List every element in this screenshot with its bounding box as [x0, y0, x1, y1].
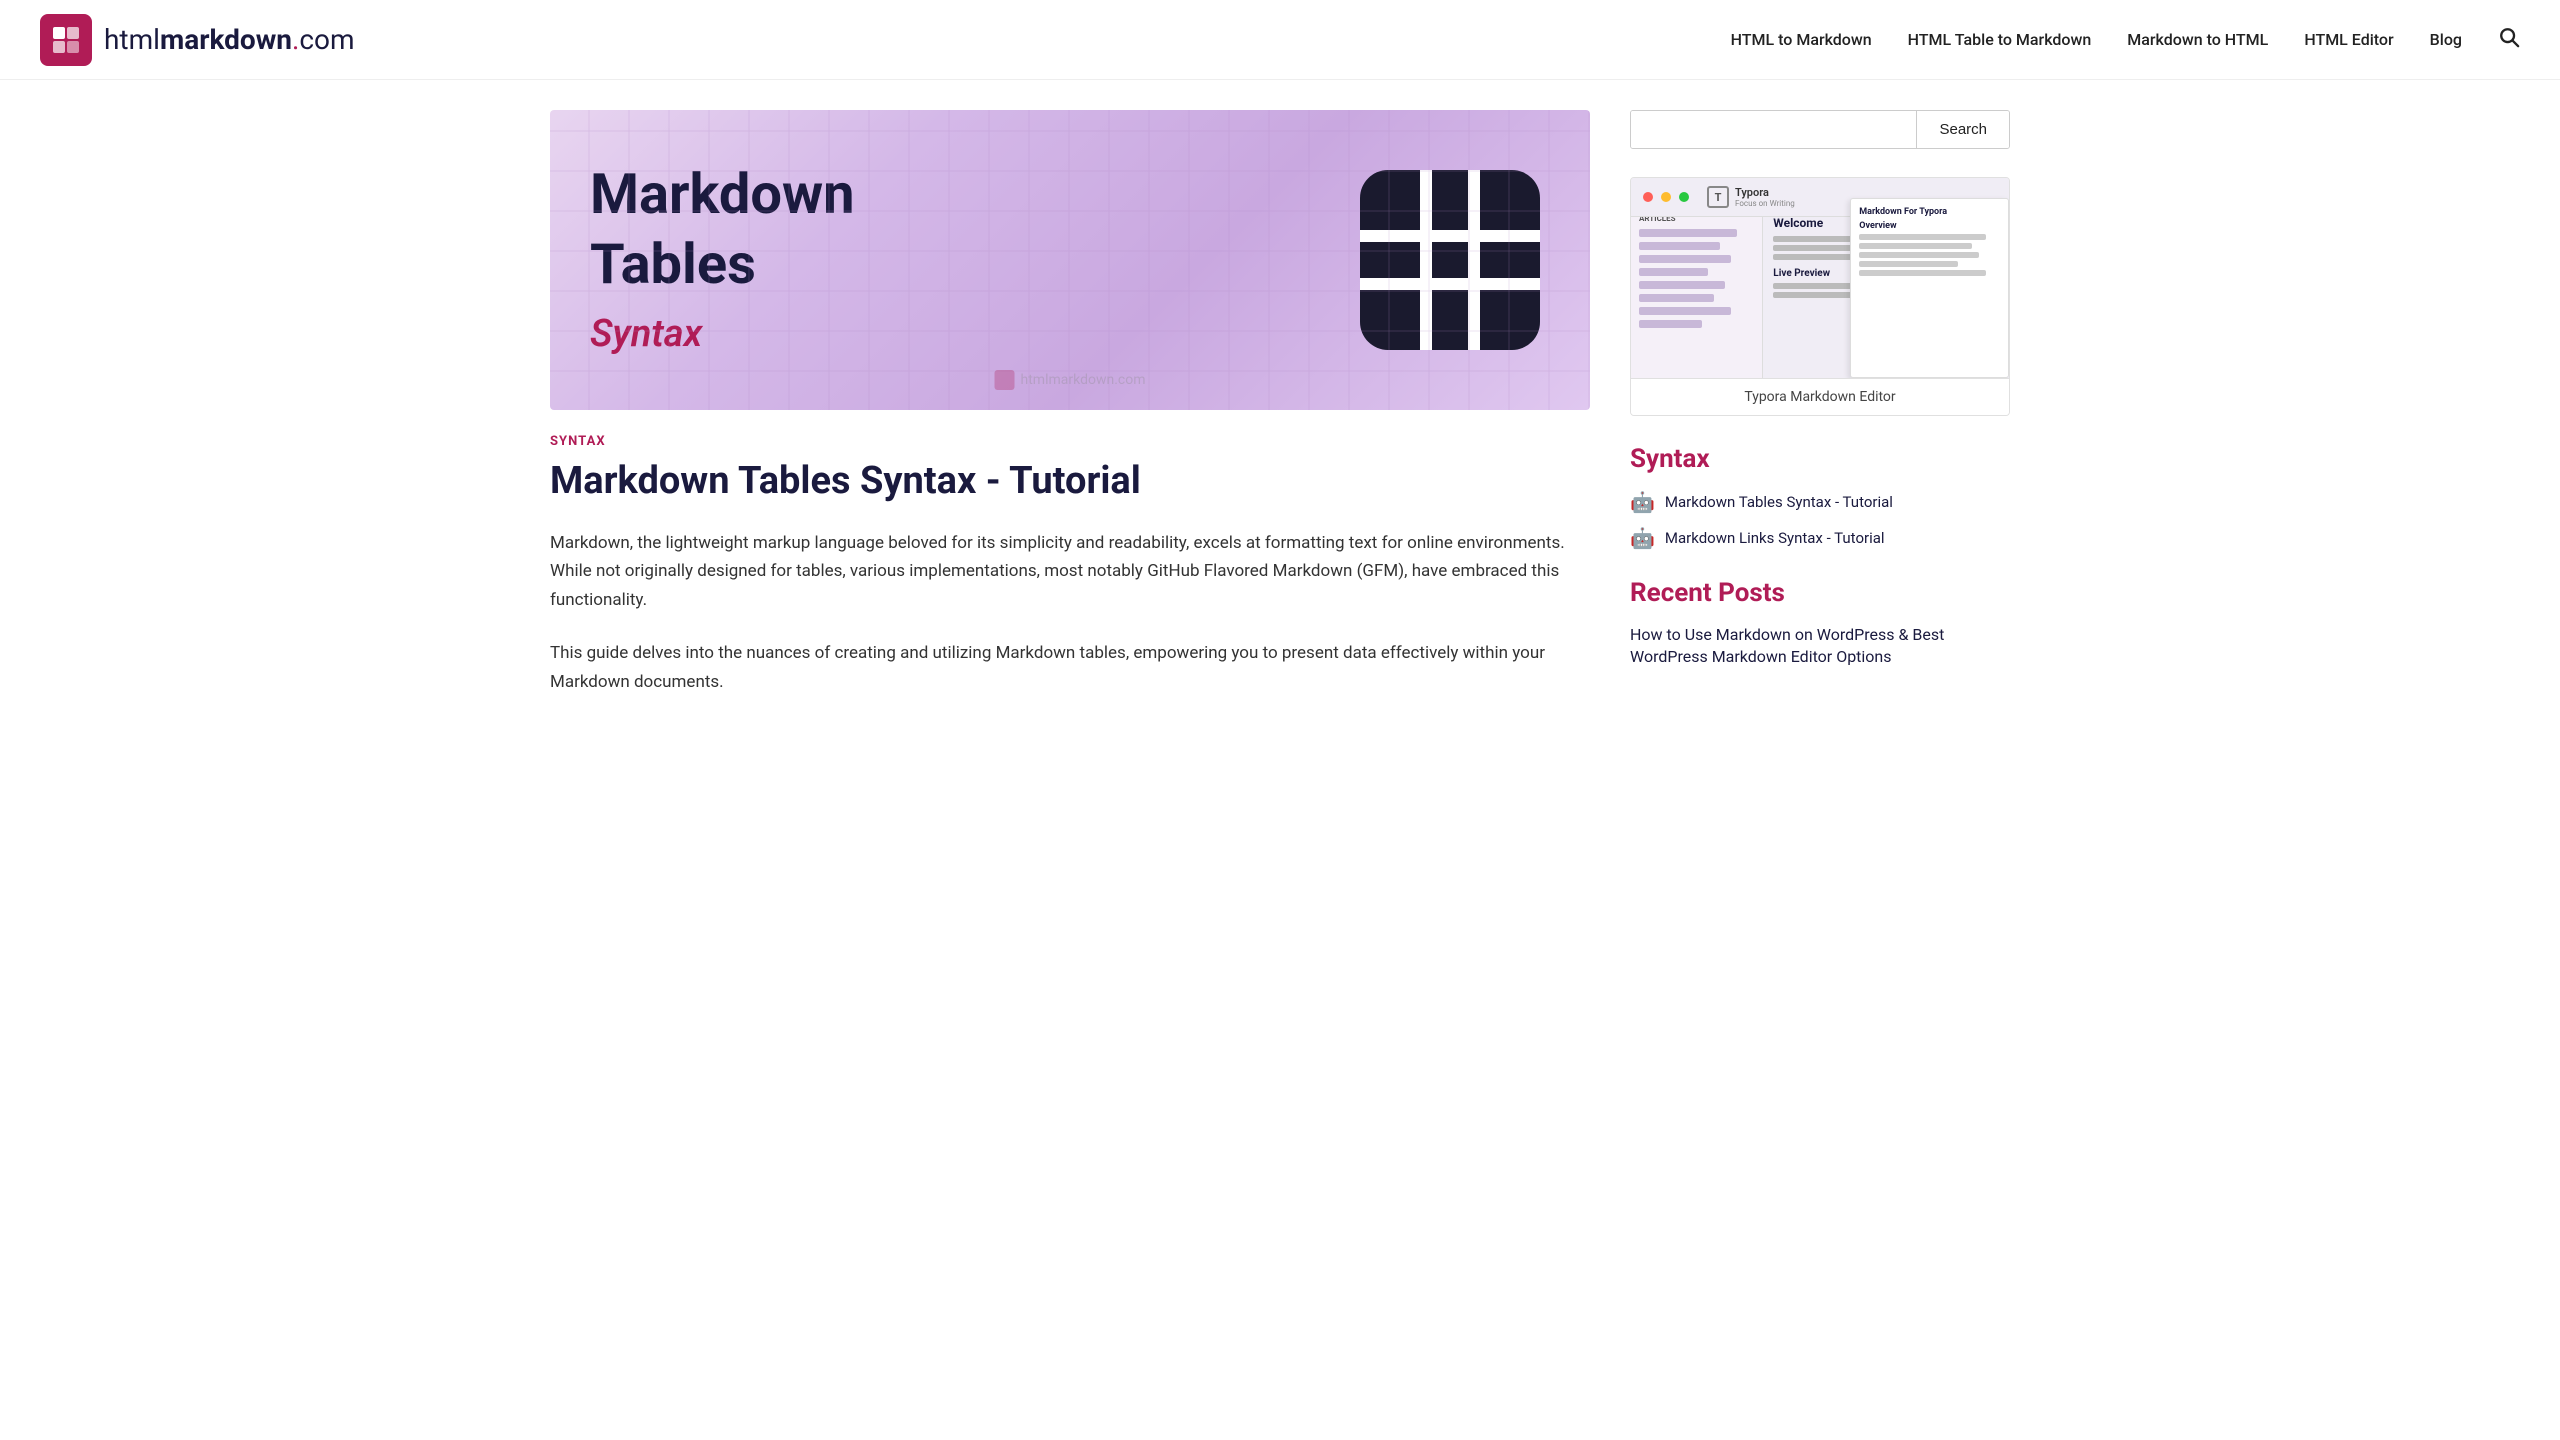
hero-subtitle: Syntax	[590, 312, 855, 356]
window-dot-red	[1643, 192, 1653, 202]
typora-content-area: ARTICLES Welcome	[1631, 206, 2009, 378]
syntax-link-item-2: 🤖 Markdown Links Syntax - Tutorial	[1630, 526, 2010, 550]
window-dot-yellow	[1661, 192, 1671, 202]
article-paragraph-1: Markdown, the lightweight markup languag…	[550, 529, 1590, 616]
recent-post-link-1[interactable]: How to Use Markdown on WordPress & Best …	[1630, 625, 1944, 666]
syntax-section-title: Syntax	[1630, 444, 2010, 474]
search-input[interactable]	[1631, 111, 1916, 148]
logo-icon	[40, 14, 92, 66]
logo-text: htmlmarkdown.com	[104, 23, 355, 56]
typora-t-logo: T	[1707, 186, 1729, 208]
nav-html-table-to-markdown[interactable]: HTML Table to Markdown	[1908, 30, 2092, 49]
typora-overlay: Markdown For Typora Overview	[1850, 198, 2009, 378]
category-label: SYNTAX	[550, 434, 1590, 449]
header: htmlmarkdown.com HTML to Markdown HTML T…	[0, 0, 2560, 80]
syntax-link-1[interactable]: Markdown Tables Syntax - Tutorial	[1665, 493, 1893, 511]
header-search-icon[interactable]	[2498, 26, 2520, 54]
typora-sidebar-mock: ARTICLES	[1631, 206, 1763, 378]
article-title: Markdown Tables Syntax - Tutorial	[550, 459, 1590, 505]
robot-icon-2: 🤖	[1630, 526, 1655, 550]
typora-tagline-label: Focus on Writing	[1735, 199, 1795, 208]
sidebar: Search T Typora Focus on Writing	[1630, 110, 2010, 721]
nav-markdown-to-html[interactable]: Markdown to HTML	[2127, 30, 2268, 49]
table-grid-icon	[1350, 160, 1550, 360]
hero-title-line2: Tables	[590, 234, 855, 296]
recent-posts-title: Recent Posts	[1630, 578, 2010, 608]
sidebar-syntax-section: Syntax 🤖 Markdown Tables Syntax - Tutori…	[1630, 444, 2010, 550]
typora-card: T Typora Focus on Writing ARTICLES	[1630, 177, 2010, 416]
nav-blog[interactable]: Blog	[2430, 30, 2462, 49]
hero-text-block: Markdown Tables Syntax	[590, 164, 855, 355]
logo[interactable]: htmlmarkdown.com	[40, 14, 355, 66]
nav-html-to-markdown[interactable]: HTML to Markdown	[1731, 30, 1872, 49]
main-content: Markdown Tables Syntax htm	[550, 110, 1590, 721]
window-dot-green	[1679, 192, 1689, 202]
nav-html-editor[interactable]: HTML Editor	[2304, 30, 2393, 49]
watermark: htmlmarkdown.com	[995, 370, 1146, 390]
typora-image-wrapper: T Typora Focus on Writing ARTICLES	[1631, 178, 2009, 378]
syntax-link-item-1: 🤖 Markdown Tables Syntax - Tutorial	[1630, 490, 2010, 514]
search-box: Search	[1630, 110, 2010, 149]
page-container: Markdown Tables Syntax htm	[530, 80, 2030, 751]
robot-icon-1: 🤖	[1630, 490, 1655, 514]
article-paragraph-2: This guide delves into the nuances of cr…	[550, 639, 1590, 697]
main-nav: HTML to Markdown HTML Table to Markdown …	[1731, 26, 2520, 54]
typora-mock-screen: T Typora Focus on Writing ARTICLES	[1631, 178, 2009, 378]
search-button[interactable]: Search	[1916, 111, 2009, 148]
typora-brand-label: Typora	[1735, 186, 1795, 199]
syntax-link-2[interactable]: Markdown Links Syntax - Tutorial	[1665, 529, 1885, 547]
typora-caption: Typora Markdown Editor	[1631, 378, 2009, 415]
hero-title-line1: Markdown	[590, 164, 855, 226]
grid-icon-container	[1350, 160, 1550, 360]
hero-image: Markdown Tables Syntax htm	[550, 110, 1590, 410]
sidebar-recent-posts-section: Recent Posts How to Use Markdown on Word…	[1630, 578, 2010, 669]
